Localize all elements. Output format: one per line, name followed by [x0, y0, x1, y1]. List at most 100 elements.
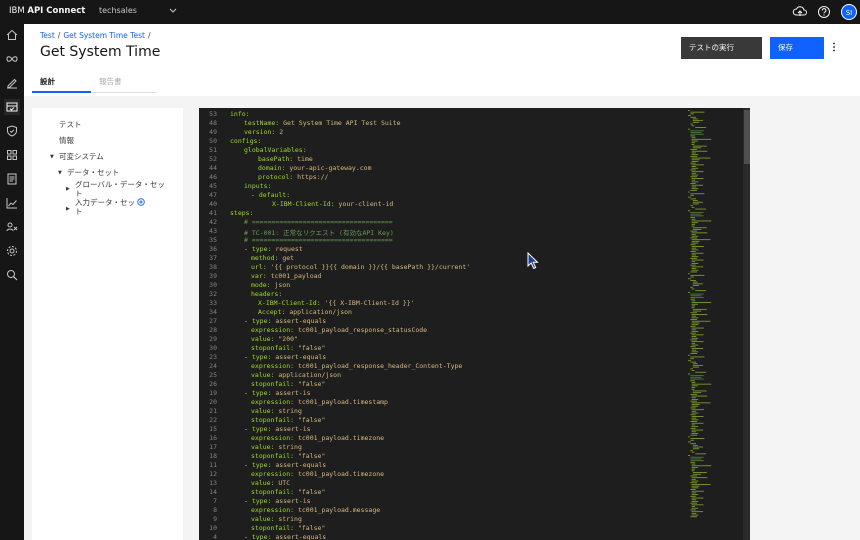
- tree-item-info[interactable]: 情報: [59, 136, 74, 145]
- code-value: "false": [294, 452, 326, 460]
- analytics-icon[interactable]: [4, 195, 20, 211]
- code-line: value: UTC: [251, 479, 290, 487]
- apps-icon[interactable]: [4, 147, 20, 163]
- breadcrumb-item-test-case[interactable]: Get System Time Test: [63, 31, 145, 40]
- minimap-line: [692, 227, 707, 229]
- yaml-code-editor[interactable]: 53 info: 48 testName: Get System Time API T…: [199, 108, 750, 540]
- code-line: - type: assert-is: [244, 389, 311, 397]
- code-line: - type: assert-equals: [244, 317, 326, 325]
- search-icon[interactable]: [4, 267, 20, 283]
- minimap-line: [690, 332, 696, 334]
- code-key: X-IBM-Client-Id:: [258, 299, 321, 307]
- code-line: testName: Get System Time API Test Suite: [244, 119, 401, 127]
- minimap-line: [691, 383, 712, 385]
- minimap-line: [690, 319, 698, 320]
- minimap-line: [691, 307, 695, 309]
- add-icon[interactable]: [137, 198, 145, 206]
- minimap-line: [691, 235, 699, 237]
- minimap-line: [691, 256, 699, 258]
- tree-item-variables[interactable]: 可変システム: [59, 152, 104, 161]
- avatar[interactable]: SI: [841, 4, 857, 20]
- minimap-line: [690, 356, 705, 358]
- breadcrumb-item-test[interactable]: Test: [40, 31, 55, 40]
- minimap-line: [690, 264, 696, 266]
- minimap-line: [692, 118, 698, 120]
- minimap-line: [692, 229, 702, 230]
- caret-down-icon[interactable]: ▼: [50, 154, 54, 160]
- caret-right-icon[interactable]: ▶: [66, 206, 70, 212]
- tab-report[interactable]: 報告書: [99, 76, 122, 93]
- minimap-line: [690, 456, 704, 458]
- code-key: stoponfail:: [251, 488, 295, 496]
- editor-scrollbar-thumb[interactable]: [744, 110, 750, 164]
- cloud-upload-icon[interactable]: [792, 4, 808, 20]
- code-value: tc001_payload_response_statusCode: [294, 326, 428, 334]
- code-line: value: string: [251, 407, 302, 415]
- minimap-line: [691, 395, 708, 397]
- test-icon[interactable]: [4, 99, 20, 115]
- settings-icon[interactable]: [4, 243, 20, 259]
- tree-item-global-dataset[interactable]: グローバル・データ・セット: [75, 180, 165, 198]
- minimap-line: [692, 147, 702, 149]
- minimap-line: [691, 494, 699, 496]
- brand-logo[interactable]: IBM API Connect: [9, 6, 85, 16]
- minimap-line: [691, 351, 699, 353]
- code-key: expression:: [251, 326, 295, 334]
- infinity-icon[interactable]: [4, 51, 20, 67]
- overflow-menu-icon[interactable]: [831, 42, 837, 52]
- minimap-line: [690, 286, 693, 288]
- caret-right-icon[interactable]: ▶: [66, 186, 70, 192]
- minimap-line: [691, 429, 704, 431]
- minimap-line: [691, 399, 699, 400]
- code-line: value: application/json: [251, 371, 341, 379]
- line-number: 32: [209, 290, 217, 298]
- minimap-line: [691, 327, 704, 329]
- code-dash: -: [244, 533, 252, 540]
- save-button[interactable]: 保存: [770, 37, 824, 59]
- minimap-line: [690, 133, 704, 135]
- help-icon[interactable]: [816, 4, 832, 20]
- code-key: inputs:: [244, 182, 272, 190]
- line-number: 38: [209, 263, 217, 271]
- line-number: 22: [209, 416, 217, 424]
- code-line: method: get: [251, 254, 294, 262]
- minimap-line: [691, 385, 698, 387]
- top-bar: IBM API Connect techsales SI: [0, 0, 860, 24]
- minimap-line: [691, 186, 697, 188]
- code-key: type:: [251, 497, 272, 505]
- minimap-line: [690, 274, 705, 276]
- users-icon[interactable]: [4, 219, 20, 235]
- shield-icon[interactable]: [4, 123, 20, 139]
- code-value: json: [270, 281, 291, 289]
- edit-icon[interactable]: [4, 75, 20, 91]
- minimap-line: [691, 497, 704, 499]
- minimap-line: [695, 127, 707, 128]
- code-line: var: tc001_payload: [251, 272, 321, 280]
- tree-item-test[interactable]: テスト: [59, 120, 82, 129]
- code-line: version: 2: [244, 128, 283, 136]
- line-number: 47: [209, 191, 217, 199]
- run-test-button[interactable]: テストの実行: [681, 37, 762, 59]
- chevron-down-icon[interactable]: [168, 5, 178, 17]
- document-icon[interactable]: [4, 171, 20, 187]
- minimap-line: [690, 183, 696, 184]
- minimap-line: [690, 130, 704, 132]
- org-selector-label[interactable]: techsales: [99, 6, 137, 15]
- editor-minimap[interactable]: [686, 108, 742, 540]
- editor-scrollbar[interactable]: [743, 108, 750, 540]
- caret-down-icon[interactable]: ▼: [58, 170, 62, 176]
- tree-item-dataset[interactable]: データ・セット: [67, 168, 120, 177]
- home-icon[interactable]: [4, 27, 20, 43]
- code-key: mode:: [251, 281, 271, 289]
- minimap-line: [692, 446, 703, 448]
- code-key: expression:: [251, 506, 295, 514]
- code-value: time: [293, 155, 313, 163]
- minimap-line: [688, 128, 691, 130]
- tree-item-input-dataset[interactable]: 入力データ・セット: [75, 198, 135, 216]
- minimap-line: [691, 412, 699, 414]
- code-value: "false": [294, 416, 326, 424]
- minimap-line: [691, 433, 699, 434]
- minimap-line: [691, 254, 697, 256]
- code-value: assert-equals: [271, 461, 327, 469]
- minimap-line: [690, 325, 696, 327]
